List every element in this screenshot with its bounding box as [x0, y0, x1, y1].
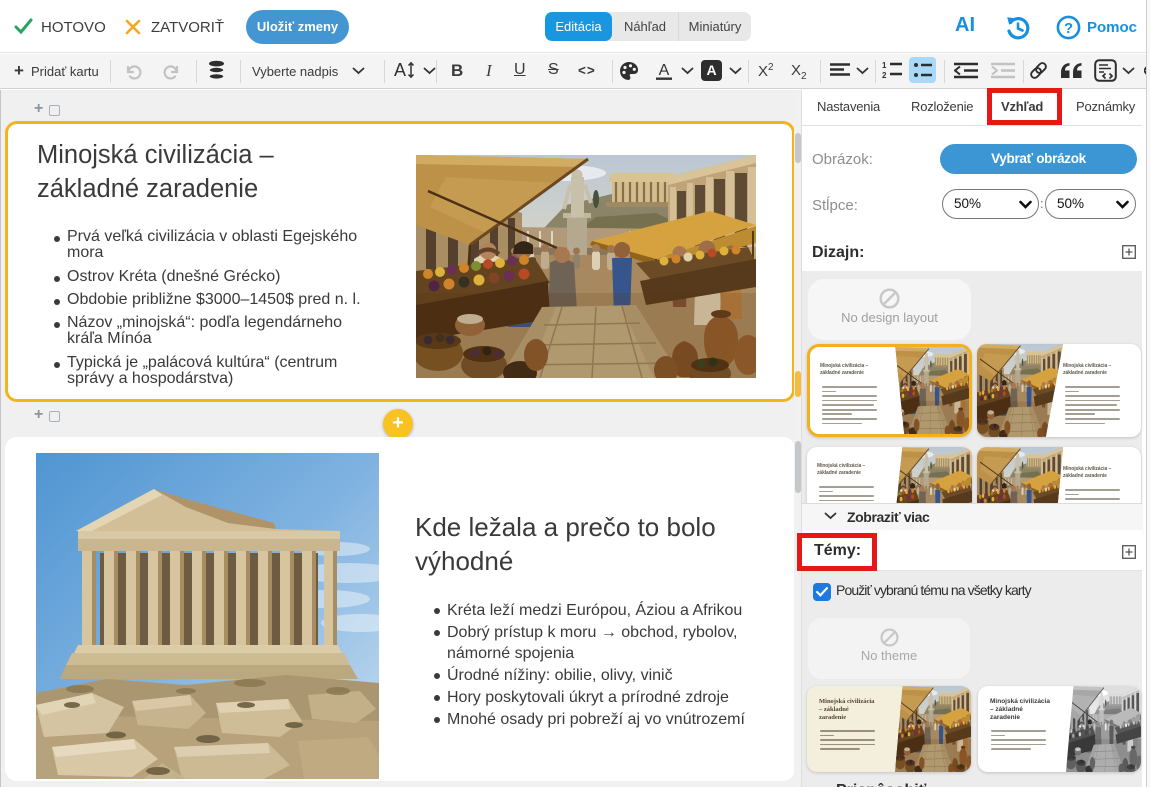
svg-text:2: 2 [882, 71, 887, 79]
svg-text:?: ? [1064, 21, 1073, 37]
svg-text:A: A [394, 60, 406, 80]
svg-text:A: A [659, 62, 670, 79]
svg-text:1: 1 [882, 61, 887, 70]
